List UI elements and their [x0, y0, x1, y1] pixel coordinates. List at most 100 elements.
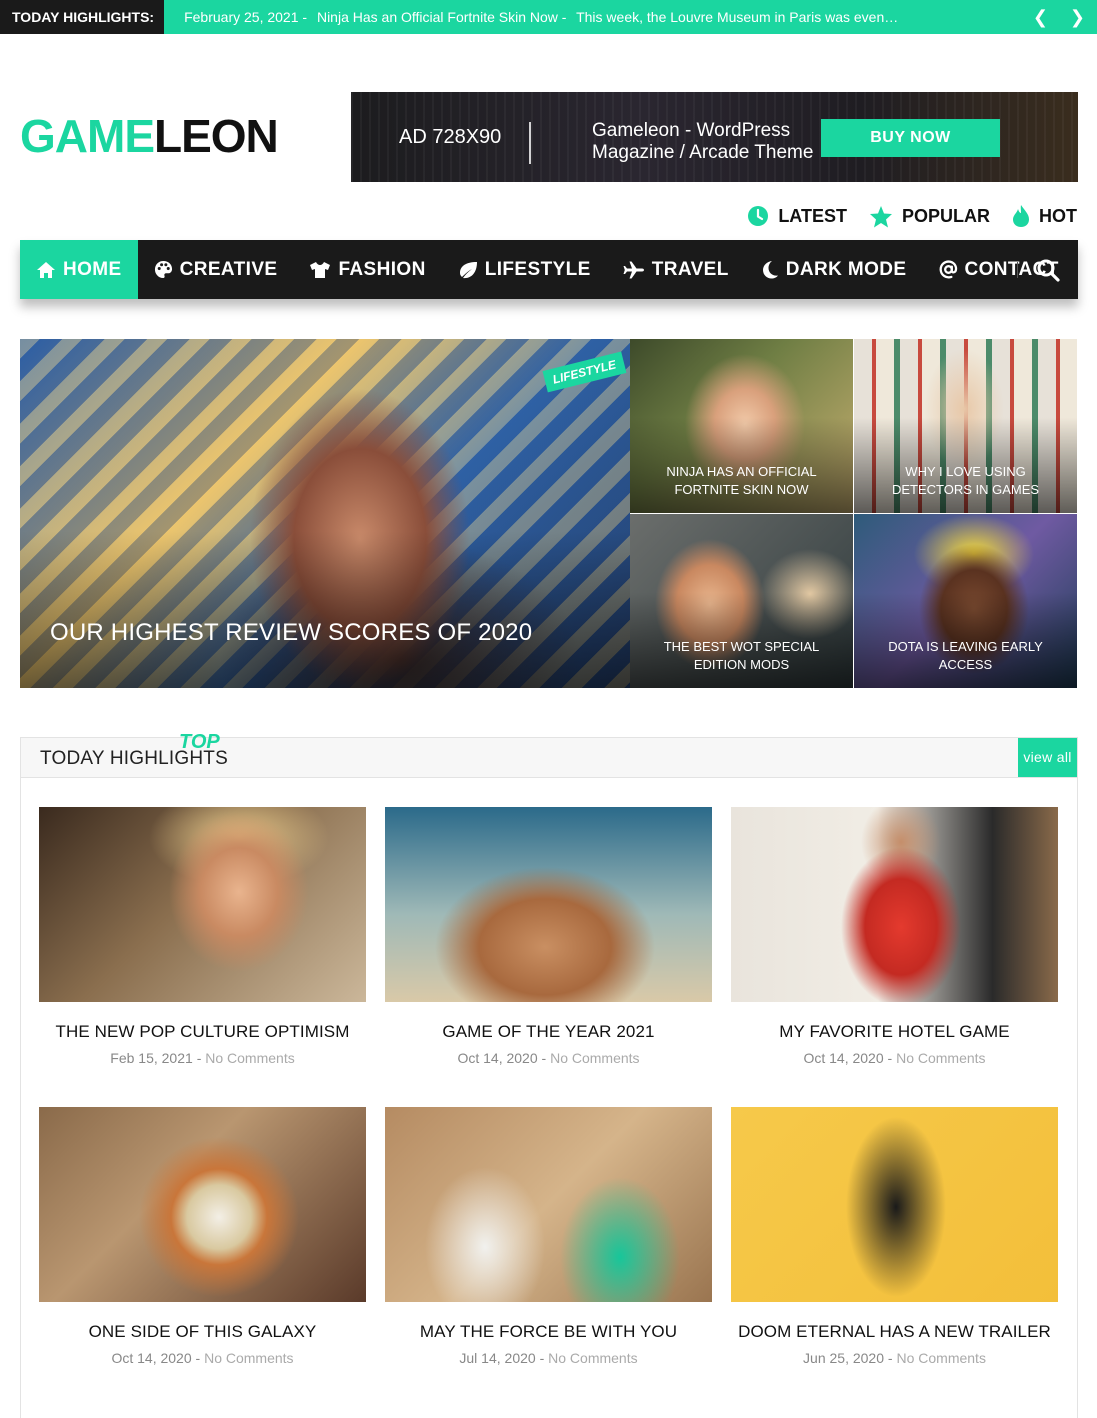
featured-side-post[interactable]: DOTA IS LEAVING EARLY ACCESS — [854, 514, 1077, 688]
section-tag: TOP — [179, 731, 220, 753]
nav-item-fashion[interactable]: FASHION — [293, 240, 441, 299]
post-comments[interactable]: No Comments — [896, 1050, 985, 1066]
post-card[interactable]: MAY THE FORCE BE WITH YOU Jul 14, 2020 -… — [385, 1107, 712, 1366]
featured-side-post[interactable]: THE BEST WOT SPECIAL EDITION MODS — [630, 514, 853, 688]
featured-main-post[interactable]: LIFESTYLE OUR HIGHEST REVIEW SCORES OF 2… — [20, 339, 630, 688]
star-icon — [869, 205, 893, 228]
post-comments[interactable]: No Comments — [896, 1350, 985, 1366]
plane-icon — [623, 261, 645, 279]
section-header: TODAY HIGHLIGHTS TOP view all — [21, 731, 1077, 778]
meta-separator: - — [196, 1050, 202, 1066]
nav-item-creative[interactable]: CREATIVE — [138, 240, 294, 299]
ad-banner[interactable]: AD 728X90 Gameleon - WordPress Magazine … — [351, 92, 1078, 182]
site-logo[interactable]: GAMELEON — [20, 110, 279, 162]
featured-main-title[interactable]: OUR HIGHEST REVIEW SCORES OF 2020 — [50, 619, 532, 647]
chevron-left-icon[interactable]: ❮ — [1033, 7, 1048, 28]
featured-side-title[interactable]: WHY I LOVE USING DETECTORS IN GAMES — [864, 463, 1067, 499]
ticker-label: TODAY HIGHLIGHTS: — [0, 0, 165, 34]
post-card[interactable]: THE NEW POP CULTURE OPTIMISM Feb 15, 202… — [39, 807, 366, 1066]
top-ticker: TODAY HIGHLIGHTS: February 25, 2021 - Ni… — [0, 0, 1097, 34]
meta-separator: - — [887, 1350, 893, 1366]
post-card[interactable]: GAME OF THE YEAR 2021 Oct 14, 2020 - No … — [385, 807, 712, 1066]
post-date: Oct 14, 2020 — [111, 1350, 192, 1366]
filter-links: LATEST POPULAR HOT — [747, 204, 1077, 228]
post-title[interactable]: MAY THE FORCE BE WITH YOU — [385, 1322, 712, 1342]
post-meta: Feb 15, 2021 - No Comments — [39, 1050, 366, 1066]
featured-side-title[interactable]: DOTA IS LEAVING EARLY ACCESS — [864, 638, 1067, 674]
post-title[interactable]: THE NEW POP CULTURE OPTIMISM — [39, 1022, 366, 1042]
post-date: Oct 14, 2020 — [457, 1050, 538, 1066]
post-title[interactable]: ONE SIDE OF THIS GALAXY — [39, 1322, 366, 1342]
nav-item-lifestyle[interactable]: LIFESTYLE — [442, 240, 607, 299]
post-meta: Oct 14, 2020 - No Comments — [731, 1050, 1058, 1066]
ticker-item-date[interactable]: February 25, 2021 - — [184, 9, 307, 25]
nav-item-label: HOME — [63, 258, 122, 280]
featured-side-post[interactable]: NINJA HAS AN OFFICIAL FORTNITE SKIN NOW — [630, 339, 853, 513]
filter-latest-label: LATEST — [778, 205, 847, 226]
nav-divider — [1017, 262, 1018, 278]
nav-item-travel[interactable]: TRAVEL — [607, 240, 745, 299]
post-comments[interactable]: No Comments — [204, 1350, 293, 1366]
view-all-button[interactable]: view all — [1018, 738, 1077, 777]
chevron-right-icon[interactable]: ❯ — [1070, 7, 1085, 28]
home-icon — [36, 261, 56, 279]
filter-latest[interactable]: LATEST — [747, 205, 847, 227]
featured-side-post[interactable]: WHY I LOVE USING DETECTORS IN GAMES — [854, 339, 1077, 513]
ad-text-line1: Gameleon - WordPress — [592, 120, 791, 141]
meta-separator: - — [887, 1050, 893, 1066]
post-meta: Oct 14, 2020 - No Comments — [385, 1050, 712, 1066]
featured-side-title[interactable]: THE BEST WOT SPECIAL EDITION MODS — [640, 638, 843, 674]
nav-item-label: FASHION — [338, 258, 426, 280]
buy-now-button[interactable]: BUY NOW — [821, 119, 1000, 157]
meta-separator: - — [539, 1350, 545, 1366]
post-date: Jul 14, 2020 — [459, 1350, 536, 1366]
post-date: Oct 14, 2020 — [803, 1050, 884, 1066]
post-title[interactable]: DOOM ETERNAL HAS A NEW TRAILER — [731, 1322, 1058, 1342]
post-card[interactable]: MY FAVORITE HOTEL GAME Oct 14, 2020 - No… — [731, 807, 1058, 1066]
post-thumbnail[interactable] — [385, 1107, 712, 1302]
post-thumbnail[interactable] — [731, 1107, 1058, 1302]
post-date: Feb 15, 2021 — [110, 1050, 193, 1066]
post-title[interactable]: GAME OF THE YEAR 2021 — [385, 1022, 712, 1042]
ad-divider — [529, 122, 531, 164]
nav-item-label: CREATIVE — [179, 258, 278, 280]
nav-item-home[interactable]: HOME — [20, 240, 138, 299]
nav-item-label: LIFESTYLE — [484, 258, 591, 280]
post-meta: Jun 25, 2020 - No Comments — [731, 1350, 1058, 1366]
category-badge[interactable]: LIFESTYLE — [542, 351, 627, 393]
post-comments[interactable]: No Comments — [548, 1350, 637, 1366]
post-thumbnail[interactable] — [731, 807, 1058, 1002]
post-card[interactable]: DOOM ETERNAL HAS A NEW TRAILER Jun 25, 2… — [731, 1107, 1058, 1366]
post-date: Jun 25, 2020 — [803, 1350, 885, 1366]
nav-item-label: DARK MODE — [785, 258, 907, 280]
filter-hot-label: HOT — [1039, 205, 1077, 226]
post-meta: Jul 14, 2020 - No Comments — [385, 1350, 712, 1366]
logo-part-leon: LEON — [154, 110, 279, 162]
ticker-item-headline[interactable]: This week, the Louvre Museum in Paris wa… — [576, 9, 898, 25]
post-title[interactable]: MY FAVORITE HOTEL GAME — [731, 1022, 1058, 1042]
search-icon[interactable] — [1036, 258, 1060, 282]
filter-hot[interactable]: HOT — [1012, 204, 1077, 228]
post-thumbnail[interactable] — [39, 807, 366, 1002]
ad-size-label: AD 728X90 — [399, 126, 502, 148]
post-comments[interactable]: No Comments — [550, 1050, 639, 1066]
nav-item-label: TRAVEL — [651, 258, 729, 280]
ticker-nav: ❮ ❯ — [1033, 0, 1097, 34]
filter-popular[interactable]: POPULAR — [869, 205, 990, 228]
meta-separator: - — [195, 1350, 201, 1366]
leaf-icon — [458, 261, 478, 279]
post-card[interactable]: ONE SIDE OF THIS GALAXY Oct 14, 2020 - N… — [39, 1107, 366, 1366]
ticker-item-headline[interactable]: Ninja Has an Official Fortnite Skin Now … — [317, 9, 567, 25]
ad-text-line2: Magazine / Arcade Theme — [592, 142, 814, 163]
featured-side-title[interactable]: NINJA HAS AN OFFICIAL FORTNITE SKIN NOW — [640, 463, 843, 499]
logo-part-game: GAME — [20, 110, 155, 162]
flame-icon — [1012, 204, 1030, 228]
main-nav: HOME CREATIVE FASHION LIFESTYLE TRAVEL D… — [20, 240, 1078, 299]
post-thumbnail[interactable] — [39, 1107, 366, 1302]
palette-icon — [154, 260, 173, 279]
nav-item-dark-mode[interactable]: DARK MODE — [745, 240, 923, 299]
ticker-items: February 25, 2021 - Ninja Has an Officia… — [164, 9, 924, 25]
moon-icon — [761, 260, 779, 279]
post-comments[interactable]: No Comments — [205, 1050, 294, 1066]
post-thumbnail[interactable] — [385, 807, 712, 1002]
